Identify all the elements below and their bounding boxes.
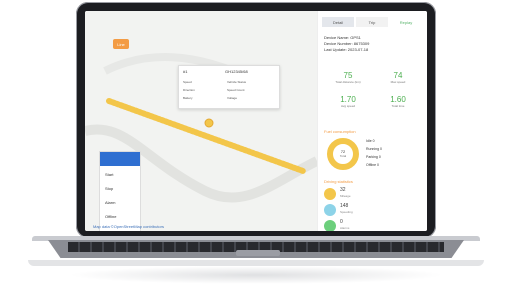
summary-1-icon	[324, 188, 336, 200]
panel-tabs: Detail Trip Replay	[322, 17, 422, 27]
donut-legend-4: Offline 0	[366, 161, 382, 169]
metric-1-value: 75	[343, 71, 353, 80]
route-button[interactable]: Line	[113, 39, 129, 49]
popup-plate: GH12345/68	[225, 69, 248, 74]
popup-row-1a: Speed	[183, 80, 192, 84]
donut-center: 72 Total	[326, 149, 360, 158]
summary-2: 148 Speeding	[324, 203, 422, 217]
laptop: Line #1 GH12345/68 Speed Vehicle Status …	[0, 0, 512, 304]
screen: Line #1 GH12345/68 Speed Vehicle Status …	[85, 11, 427, 231]
donut-legend-2: Running 0	[366, 145, 382, 153]
metric-3: 1.70 Avg speed	[324, 95, 372, 108]
summary-2-label: Speeding	[340, 210, 353, 214]
right-panel: Detail Trip Replay Device Name: GPS1 Dev…	[317, 11, 427, 231]
summary-3-label: Alarms	[340, 226, 350, 230]
donut-legend-3: Parking 0	[366, 153, 382, 161]
tab-detail[interactable]: Detail	[322, 17, 354, 27]
popup-row-3b: Voltage	[227, 96, 238, 100]
metric-4: 1.60 Total time	[374, 95, 422, 108]
map-attribution[interactable]: Map data ©OpenStreetMap contributors	[93, 224, 164, 229]
donut-legend: Idle 0 Running 0 Parking 0 Offline 0	[366, 137, 382, 169]
laptop-lid: Line #1 GH12345/68 Speed Vehicle Status …	[76, 2, 436, 238]
popup-row-3a: Battery	[183, 96, 193, 100]
floor-shadow	[68, 266, 444, 284]
summary-1-label: Mileage	[340, 194, 351, 198]
map[interactable]: Line #1 GH12345/68 Speed Vehicle Status …	[85, 11, 317, 231]
tab-trip[interactable]: Trip	[356, 17, 388, 27]
metric-2: 74 Max speed	[374, 71, 422, 84]
donut-legend-2-value: 0	[380, 147, 382, 151]
summary-1-value: 32	[340, 187, 346, 193]
legend-item-2: Stop	[105, 186, 114, 191]
donut-legend-2-label: Running	[366, 147, 380, 151]
popup-row-1b: Vehicle Status	[227, 80, 247, 84]
donut-legend-3-value: 0	[378, 155, 381, 159]
metric-2-value: 74	[393, 71, 403, 80]
popup-vehicle: #1	[183, 69, 188, 74]
metric-4-label: Total time	[391, 104, 405, 108]
tab-replay[interactable]: Replay	[390, 17, 422, 27]
donut-legend-1-label: Idle	[366, 139, 372, 143]
summary-1: 32 Mileage	[324, 187, 422, 201]
donut-legend-3-label: Parking	[366, 155, 378, 159]
donut-label: Total	[339, 154, 347, 158]
popup-row-2b: Speed Count	[227, 88, 245, 92]
metric-3-label: Avg speed	[340, 104, 356, 108]
laptop-bottom	[28, 260, 484, 294]
summary-3-value: 0	[340, 219, 343, 225]
donut-legend-4-value: 0	[377, 163, 379, 167]
metric-3-value: 1.70	[340, 95, 356, 104]
map-popup: #1 GH12345/68 Speed Vehicle Status Direc…	[178, 65, 280, 109]
metric-1: 75 Total distance (km)	[324, 71, 372, 84]
summary-2-icon	[324, 204, 336, 216]
donut-legend-1: Idle 0	[366, 137, 382, 145]
trackpad	[236, 250, 280, 256]
legend-item-4: Offline	[105, 214, 117, 219]
laptop-base	[32, 236, 480, 260]
metrics-grid: 75 Total distance (km) 74 Max speed 1.70…	[324, 71, 422, 127]
metric-4-value: 1.60	[390, 95, 406, 104]
summary-2-value: 148	[340, 203, 349, 209]
legend-item-3: Alarm	[105, 200, 116, 205]
section-driving: Driving statistics	[324, 179, 353, 184]
route-button-label: Line	[117, 41, 125, 47]
donut-legend-1-value: 0	[372, 139, 375, 143]
donut-legend-4-label: Offline	[366, 163, 377, 167]
metric-2-label: Max speed	[390, 80, 406, 84]
map-legend: Start Stop Alarm Offline	[99, 151, 141, 231]
device-info: Device Name: GPS1 Device Number: 8675309…	[324, 35, 369, 53]
summary-3: 0 Alarms	[324, 219, 422, 231]
popup-row-2a: Direction	[183, 88, 195, 92]
last-update: Last Update: 2023-07-18	[324, 47, 369, 52]
legend-item-1: Start	[105, 172, 114, 177]
section-fuel: Fuel consumption	[324, 129, 356, 134]
summary-3-icon	[324, 220, 336, 231]
metric-1-label: Total distance (km)	[335, 80, 361, 84]
legend-header	[100, 152, 140, 166]
